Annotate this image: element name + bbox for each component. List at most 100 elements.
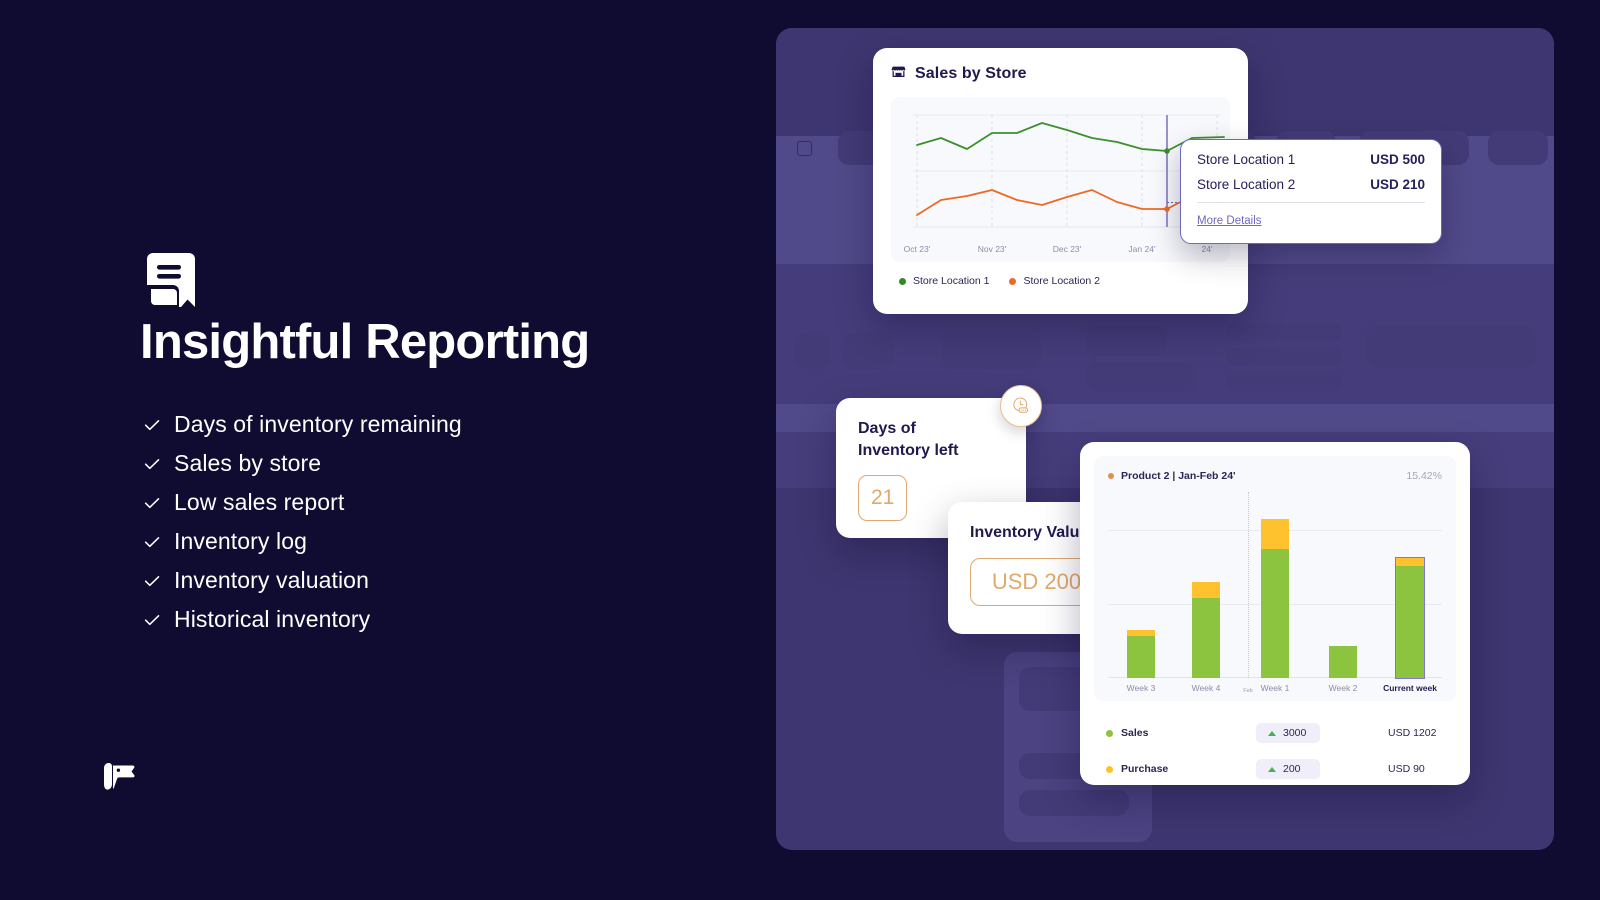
feature-label: Sales by store [174, 450, 322, 476]
chart-legend: Store Location 1 Store Location 2 [891, 275, 1230, 287]
bar-segment-sales [1261, 549, 1289, 678]
bar-column [1329, 646, 1357, 678]
page-title: Insightful Reporting [140, 315, 590, 369]
days-of-inventory-value: 21 [858, 475, 908, 522]
page-root: Insightful Reporting Days of inventory r… [0, 0, 1600, 900]
stat-label: Purchase [1121, 763, 1169, 775]
divider [1197, 202, 1425, 203]
chart-tooltip: Store Location 1 USD 500 Store Location … [1180, 139, 1442, 244]
bar-x-label: Week 4 [1191, 683, 1221, 693]
bar-segment-purchase [1192, 582, 1220, 598]
tooltip-series-name: Store Location 1 [1197, 152, 1296, 167]
month-divider-label: Feb [1243, 688, 1253, 694]
feature-list: Days of inventory remaining Sales by sto… [141, 405, 462, 639]
bar-column [1192, 582, 1220, 678]
stat-amount: USD 90 [1388, 763, 1425, 775]
bar-segment-sales [1396, 566, 1424, 678]
tooltip-row: Store Location 2 USD 210 [1197, 177, 1425, 192]
bar-chart-percent: 15.42% [1406, 470, 1442, 482]
check-icon [141, 414, 163, 436]
legend-dot-icon [1108, 473, 1114, 479]
legend-item[interactable]: Store Location 2 [1009, 275, 1100, 287]
report-document-icon [143, 251, 199, 309]
check-icon [141, 609, 163, 631]
x-axis-tick: Nov 23' [977, 244, 1007, 254]
card-title: Sales by Store [915, 65, 1027, 82]
x-axis-tick: Oct 23' [903, 244, 931, 254]
feature-label: Low sales report [174, 489, 345, 515]
feature-label: Historical inventory [174, 606, 371, 632]
skeleton-block [1488, 131, 1548, 165]
legend-dot-icon [1009, 277, 1017, 285]
bar-segment-sales [1329, 646, 1357, 678]
skeleton-block [1086, 326, 1166, 356]
list-item: Days of inventory remaining [141, 405, 462, 444]
skeleton-block [843, 333, 893, 369]
x-axis-tick: Jan 24' [1128, 244, 1156, 254]
skeleton-block [1086, 362, 1196, 392]
kpi-title: Days of Inventory left [858, 418, 1004, 461]
skeleton-block [1019, 790, 1129, 816]
legend-dot-icon [899, 277, 906, 285]
check-icon [141, 531, 163, 553]
stat-series: Sales [1106, 727, 1256, 739]
list-item: Historical inventory [141, 600, 462, 639]
bar-chart-series: Product 2 | Jan-Feb 24' [1108, 470, 1236, 482]
legend-item[interactable]: Store Location 1 [899, 275, 989, 287]
bar-x-label-current: Current week [1383, 683, 1437, 693]
bar-chart-series-label: Product 2 | Jan-Feb 24' [1121, 470, 1236, 482]
bar-column [1127, 630, 1155, 678]
legend-dot-icon [1106, 729, 1113, 737]
bar-column-current [1395, 557, 1425, 679]
bar-column [1261, 519, 1289, 678]
legend-label: Store Location 2 [1023, 275, 1100, 287]
dashboard-mockup: Sales by Store Oct 23' Nov 23' Dec 23' J… [760, 0, 1600, 900]
tooltip-series-name: Store Location 2 [1197, 177, 1296, 192]
tooltip-row: Store Location 1 USD 500 [1197, 152, 1425, 167]
more-details-link[interactable]: More Details [1197, 215, 1262, 227]
tooltip-series-value: USD 500 [1370, 152, 1425, 167]
check-icon [141, 453, 163, 475]
stat-label: Sales [1121, 727, 1149, 739]
skeleton-block [1226, 373, 1342, 391]
feature-label: Days of inventory remaining [174, 411, 462, 437]
kpi-title-line1: Days of [858, 420, 916, 437]
store-icon [891, 64, 906, 84]
skeleton-block [795, 333, 831, 369]
bar-segment-sales [1192, 598, 1220, 678]
table-row: Sales 3000 USD 1202 [1106, 715, 1450, 751]
legend-dot-icon [1106, 765, 1113, 773]
tooltip-series-value: USD 210 [1370, 177, 1425, 192]
list-item: Inventory valuation [141, 561, 462, 600]
feature-label: Inventory log [174, 528, 307, 554]
list-item: Inventory log [141, 522, 462, 561]
clock-inventory-icon [1000, 385, 1042, 427]
check-icon [141, 492, 163, 514]
bar-chart: Product 2 | Jan-Feb 24' 15.42% Feb Week … [1094, 456, 1456, 701]
skeleton-block [1226, 348, 1342, 366]
skeleton-block [1366, 326, 1536, 368]
company-logo-icon [98, 758, 142, 798]
trend-up-icon [1268, 730, 1276, 736]
list-item: Low sales report [141, 483, 462, 522]
stat-amount: USD 1202 [1388, 727, 1437, 739]
skeleton-checkbox[interactable] [797, 141, 812, 156]
bar-x-label: Week 2 [1328, 683, 1358, 693]
stat-count: 3000 [1283, 727, 1307, 739]
list-item: Sales by store [141, 444, 462, 483]
feature-label: Inventory valuation [174, 567, 369, 593]
stat-trend-pill: 200 [1256, 759, 1320, 779]
trend-up-icon [1268, 766, 1276, 772]
bar-x-label: Week 1 [1260, 683, 1290, 693]
bar-chart-header: Product 2 | Jan-Feb 24' 15.42% [1108, 470, 1442, 482]
skeleton-block [941, 333, 1041, 369]
kpi-title-line2: Inventory left [858, 441, 959, 459]
bar-x-label: Week 3 [1126, 683, 1156, 693]
hero-panel: Insightful Reporting Days of inventory r… [0, 0, 760, 900]
table-row: Purchase 200 USD 90 [1106, 751, 1450, 787]
stat-count: 200 [1283, 763, 1301, 775]
bar-chart-stats: Sales 3000 USD 1202 Purchase 200 USD 90 [1094, 701, 1456, 787]
product-sales-bar-card: Product 2 | Jan-Feb 24' 15.42% Feb Week … [1080, 442, 1470, 785]
check-icon [141, 570, 163, 592]
bar-segment-sales [1127, 636, 1155, 678]
